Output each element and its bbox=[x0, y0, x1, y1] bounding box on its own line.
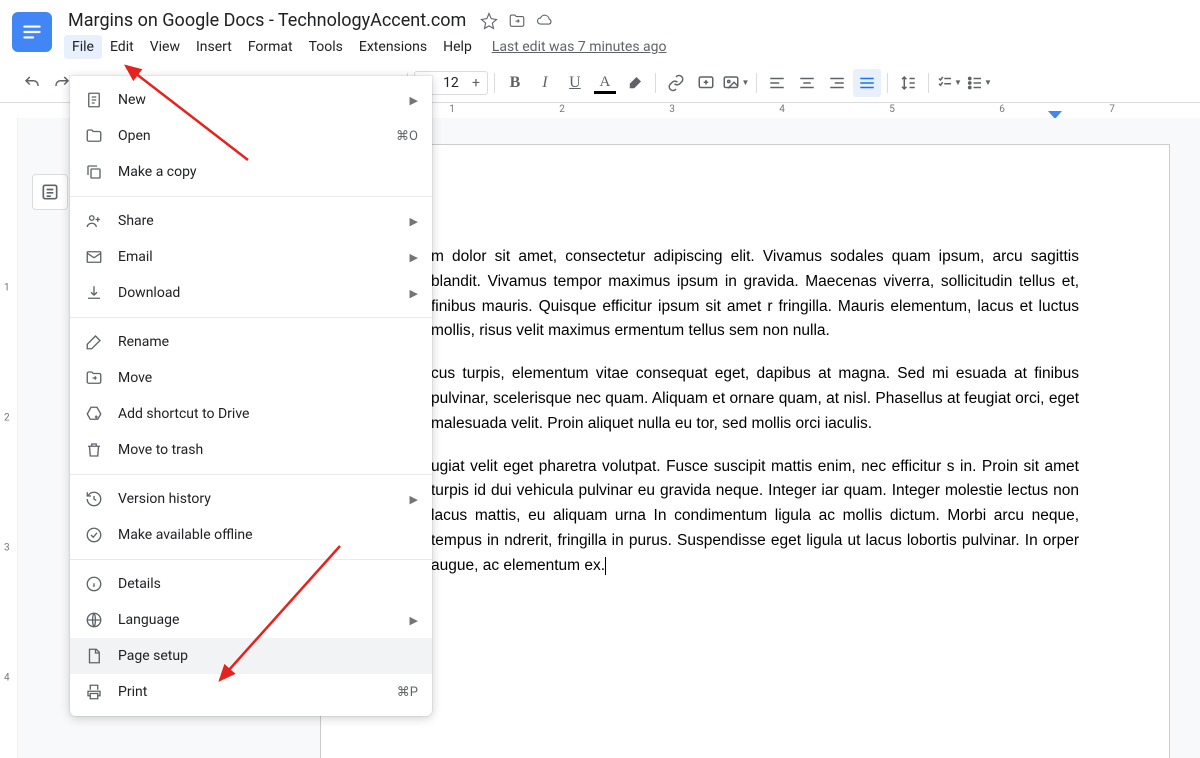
document-title[interactable]: Margins on Google Docs - TechnologyAccen… bbox=[64, 8, 470, 33]
info-icon bbox=[84, 574, 104, 594]
menu-tools[interactable]: Tools bbox=[301, 35, 351, 59]
text-color-button[interactable]: A bbox=[591, 69, 619, 97]
chevron-right-icon: ▶ bbox=[410, 94, 418, 107]
menu-insert[interactable]: Insert bbox=[188, 35, 240, 59]
page-setup-icon bbox=[84, 646, 104, 666]
globe-icon bbox=[84, 610, 104, 630]
menu-rename[interactable]: Rename bbox=[70, 324, 432, 360]
insert-image-button[interactable]: ▼ bbox=[722, 69, 750, 97]
document-outline-button[interactable] bbox=[32, 174, 68, 210]
file-menu-dropdown: New ▶ Open ⌘O Make a copy Share ▶ Email … bbox=[70, 76, 432, 716]
docs-logo[interactable] bbox=[12, 12, 52, 52]
menu-offline[interactable]: Make available offline bbox=[70, 517, 432, 553]
underline-button[interactable]: U bbox=[561, 69, 589, 97]
paragraph[interactable]: m dolor sit amet, consectetur adipiscing… bbox=[431, 245, 1079, 344]
menu-move[interactable]: Move bbox=[70, 360, 432, 396]
font-size-value[interactable]: 12 bbox=[437, 75, 465, 91]
bold-button[interactable]: B bbox=[501, 69, 529, 97]
share-icon bbox=[84, 211, 104, 231]
align-left-button[interactable] bbox=[763, 69, 791, 97]
chevron-right-icon: ▶ bbox=[410, 215, 418, 228]
align-justify-button[interactable] bbox=[853, 69, 881, 97]
italic-button[interactable]: I bbox=[531, 69, 559, 97]
move-folder-icon[interactable] bbox=[508, 12, 526, 30]
move-icon bbox=[84, 368, 104, 388]
menu-help[interactable]: Help bbox=[435, 35, 480, 59]
trash-icon bbox=[84, 440, 104, 460]
rename-icon bbox=[84, 332, 104, 352]
menu-add-shortcut[interactable]: Add shortcut to Drive bbox=[70, 396, 432, 432]
align-right-button[interactable] bbox=[823, 69, 851, 97]
menu-download[interactable]: Download ▶ bbox=[70, 275, 432, 311]
offline-icon bbox=[84, 525, 104, 545]
print-icon bbox=[84, 682, 104, 702]
star-icon[interactable] bbox=[480, 12, 498, 30]
menu-format[interactable]: Format bbox=[240, 35, 301, 59]
history-icon bbox=[84, 489, 104, 509]
drive-shortcut-icon bbox=[84, 404, 104, 424]
menu-file[interactable]: File bbox=[64, 35, 102, 59]
bulleted-list-button[interactable]: ▼ bbox=[965, 69, 993, 97]
email-icon bbox=[84, 247, 104, 267]
menu-new[interactable]: New ▶ bbox=[70, 82, 432, 118]
menu-edit[interactable]: Edit bbox=[102, 35, 142, 59]
menu-trash[interactable]: Move to trash bbox=[70, 432, 432, 468]
menu-extensions[interactable]: Extensions bbox=[351, 35, 435, 59]
menu-view[interactable]: View bbox=[142, 35, 188, 59]
menu-open[interactable]: Open ⌘O bbox=[70, 118, 432, 154]
menu-make-copy[interactable]: Make a copy bbox=[70, 154, 432, 190]
menu-share[interactable]: Share ▶ bbox=[70, 203, 432, 239]
highlight-button[interactable] bbox=[621, 69, 649, 97]
folder-icon bbox=[84, 126, 104, 146]
header: Margins on Google Docs - TechnologyAccen… bbox=[0, 0, 1200, 59]
chevron-right-icon: ▶ bbox=[410, 614, 418, 627]
checklist-button[interactable]: ▼ bbox=[935, 69, 963, 97]
menu-page-setup[interactable]: Page setup bbox=[70, 638, 432, 674]
text-cursor bbox=[605, 557, 606, 575]
copy-icon bbox=[84, 162, 104, 182]
paragraph[interactable]: ugiat velit eget pharetra volutpat. Fusc… bbox=[431, 455, 1079, 579]
align-center-button[interactable] bbox=[793, 69, 821, 97]
undo-button[interactable] bbox=[18, 69, 46, 97]
cloud-saved-icon[interactable] bbox=[536, 12, 554, 30]
paragraph[interactable]: cus turpis, elementum vitae consequat eg… bbox=[431, 362, 1079, 436]
menu-print[interactable]: Print ⌘P bbox=[70, 674, 432, 710]
download-icon bbox=[84, 283, 104, 303]
menu-email[interactable]: Email ▶ bbox=[70, 239, 432, 275]
menu-details[interactable]: Details bbox=[70, 566, 432, 602]
add-comment-button[interactable] bbox=[692, 69, 720, 97]
new-doc-icon bbox=[84, 90, 104, 110]
vertical-ruler[interactable]: 1 2 3 4 bbox=[0, 118, 18, 758]
increase-font-button[interactable]: + bbox=[465, 75, 487, 91]
chevron-right-icon: ▶ bbox=[410, 251, 418, 264]
menu-version-history[interactable]: Version history ▶ bbox=[70, 481, 432, 517]
menubar: File Edit View Insert Format Tools Exten… bbox=[64, 35, 1188, 59]
line-spacing-button[interactable] bbox=[894, 69, 922, 97]
document-page[interactable]: m dolor sit amet, consectetur adipiscing… bbox=[320, 144, 1170, 758]
chevron-right-icon: ▶ bbox=[410, 287, 418, 300]
insert-link-button[interactable] bbox=[662, 69, 690, 97]
last-edit-link[interactable]: Last edit was 7 minutes ago bbox=[492, 39, 667, 55]
menu-language[interactable]: Language ▶ bbox=[70, 602, 432, 638]
chevron-right-icon: ▶ bbox=[410, 493, 418, 506]
